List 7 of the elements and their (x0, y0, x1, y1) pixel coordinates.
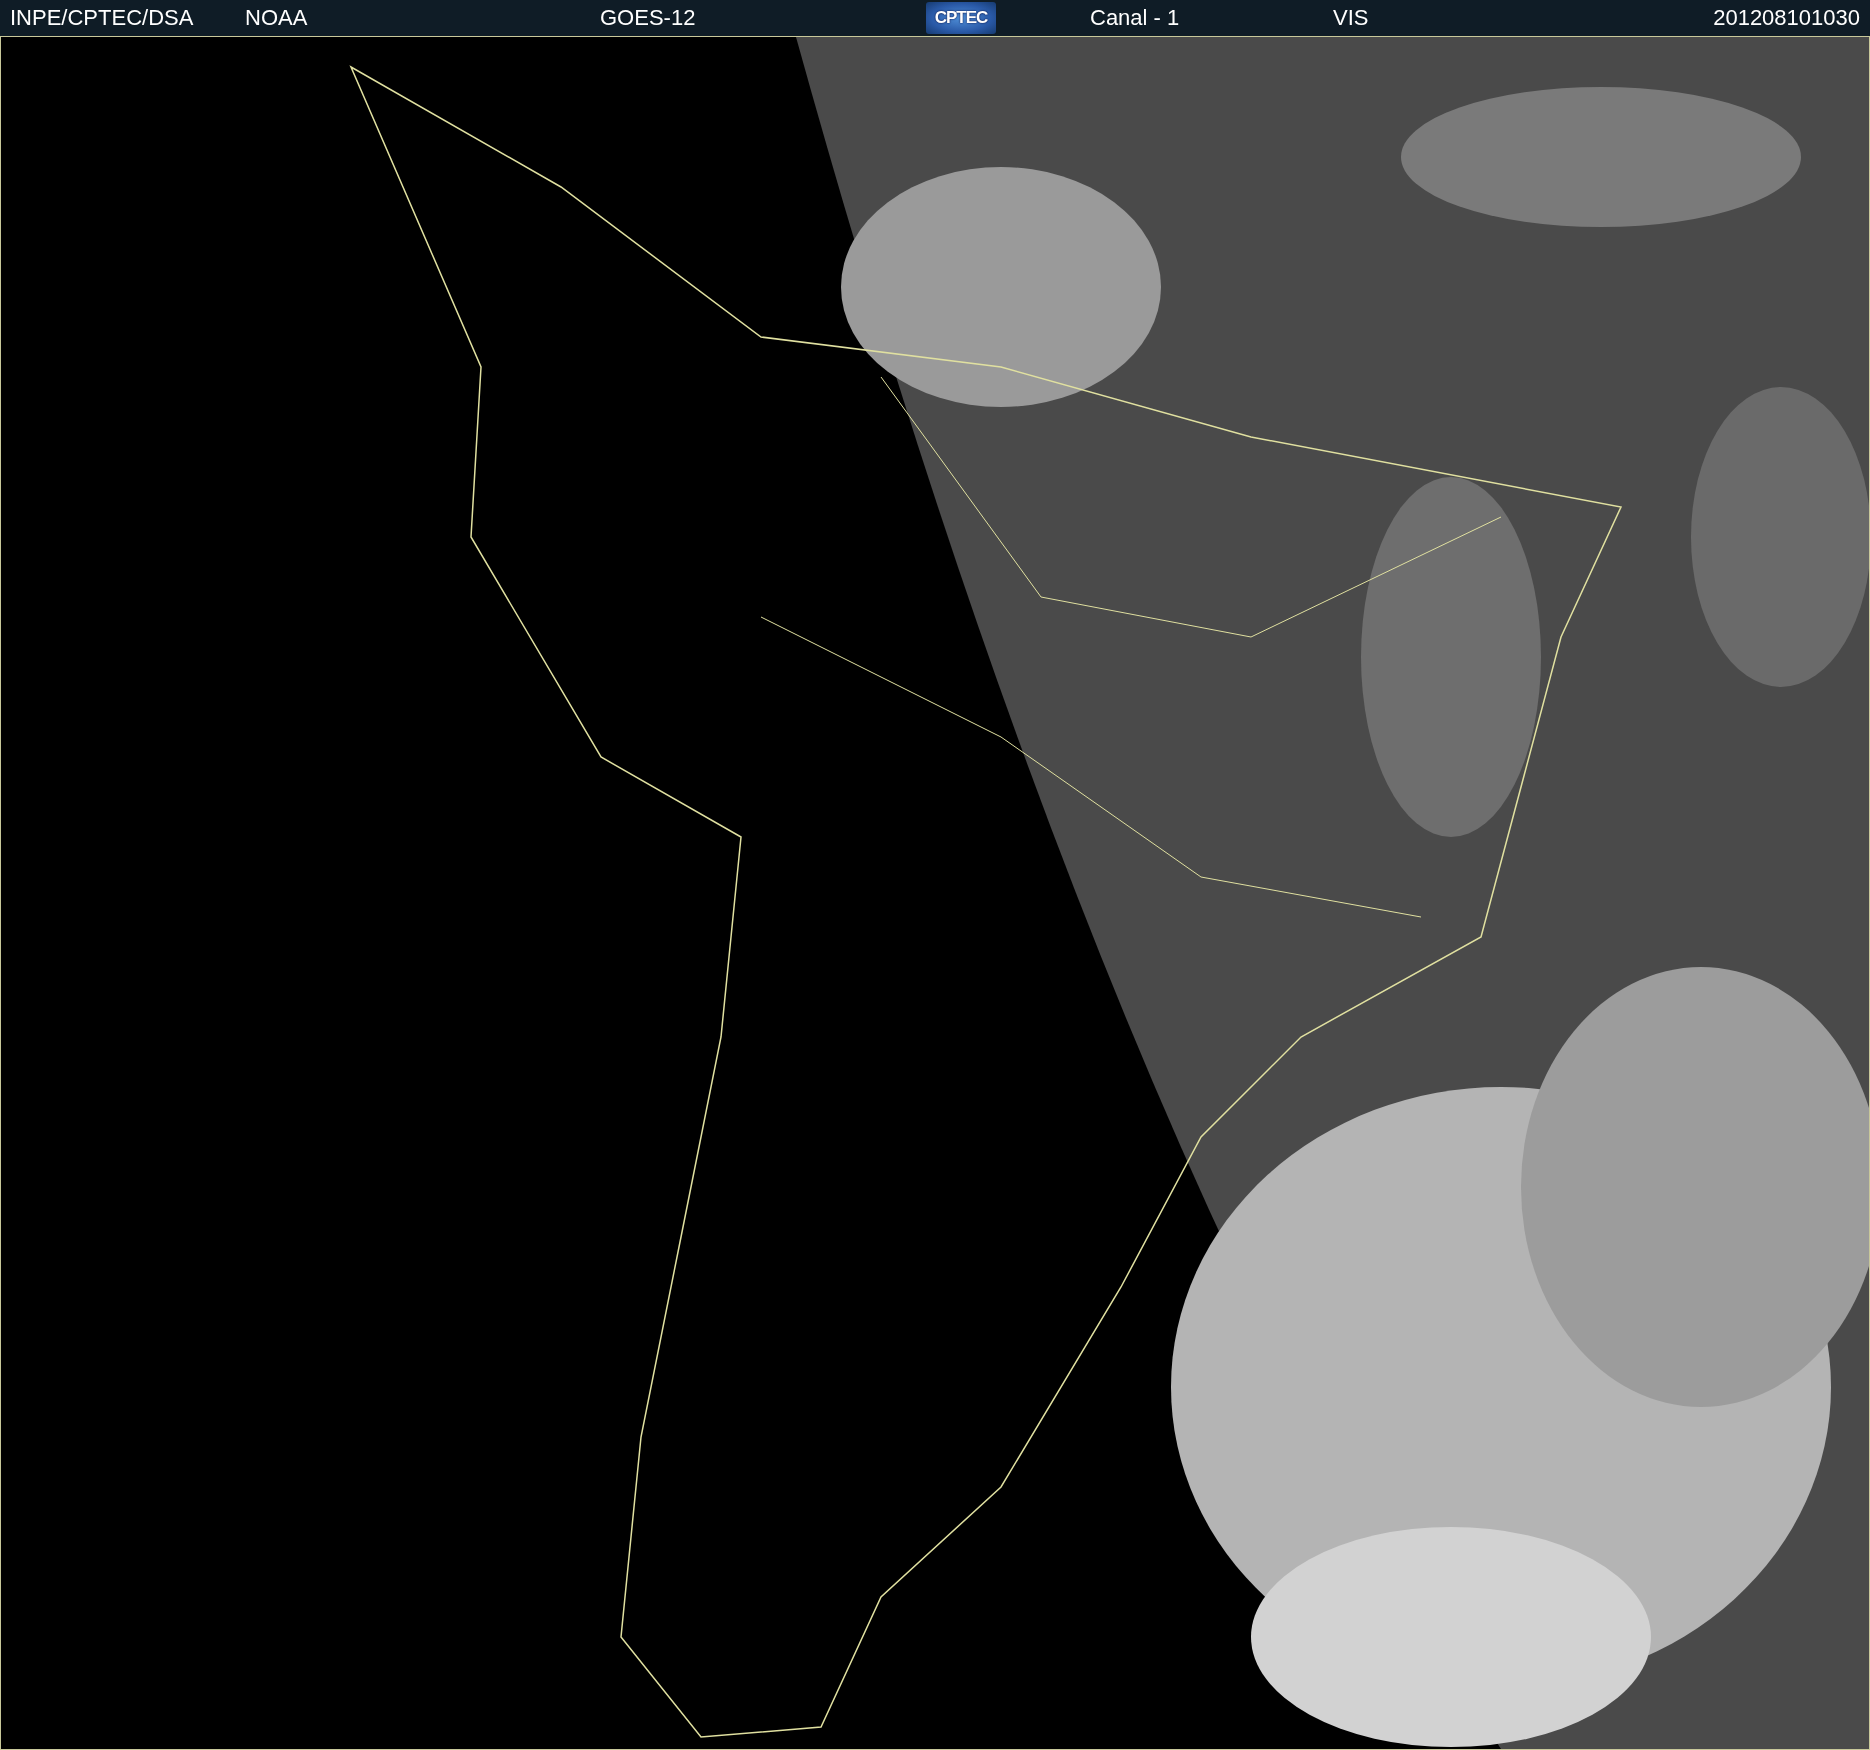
satellite-label: GOES-12 (600, 5, 696, 31)
timestamp-label: 201208101030 (1713, 5, 1860, 31)
agency-label: NOAA (245, 5, 308, 31)
source-label: INPE/CPTEC/DSA (10, 5, 194, 31)
band-label: VIS (1333, 5, 1369, 31)
channel-label: Canal - 1 (1090, 5, 1180, 31)
logo: CPTEC (926, 2, 996, 34)
